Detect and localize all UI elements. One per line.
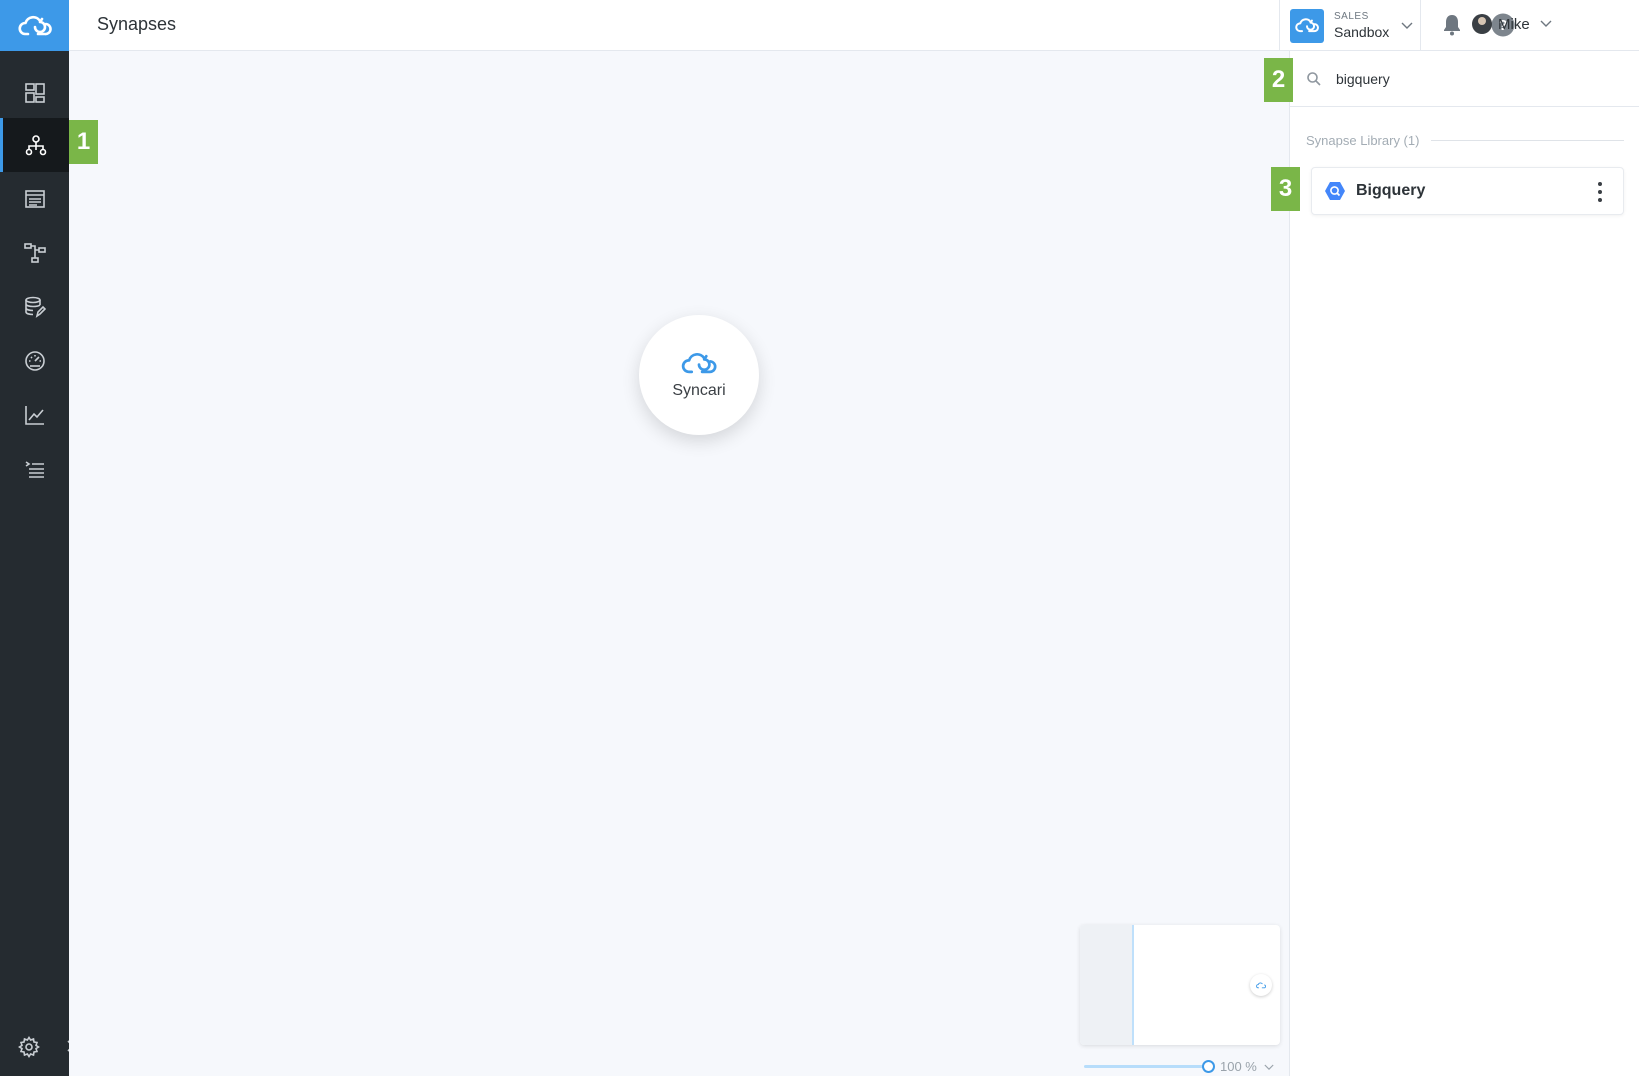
logs-icon [25,461,44,478]
zoom-level: 100 % [1220,1059,1257,1074]
syncari-logo-icon[interactable] [0,0,69,51]
search-bar [1290,51,1639,107]
bell-icon [1444,15,1460,36]
nav-dashboard[interactable] [0,66,69,120]
divider [1431,140,1624,141]
zoom-slider-track[interactable] [1084,1065,1208,1068]
notifications-button[interactable] [1439,12,1465,38]
left-nav [0,0,69,1076]
pipeline-icon [23,243,46,263]
entities-icon [24,190,45,208]
nav-pipeline[interactable] [0,226,69,280]
minimap[interactable] [1080,925,1280,1045]
nav-entities[interactable] [0,172,69,226]
chevron-down-icon [1401,22,1413,29]
user-menu[interactable]: Mike [1472,14,1552,34]
workspace-logo-icon [1290,8,1324,43]
avatar [1472,14,1492,34]
synapse-canvas[interactable]: Syncari 100 % [69,51,1289,1076]
minimap-viewport [1080,925,1134,1045]
workspace-kicker: SALES [1334,11,1369,22]
monitor-icon [24,351,45,371]
zoom-slider-knob[interactable] [1202,1060,1215,1073]
node-label: Syncari [672,381,726,399]
nav-monitor[interactable] [0,334,69,388]
dashboard-icon [24,83,45,103]
library-title: Synapse Library (1) [1306,133,1420,148]
top-header: Synapses SALES Sandbox ? Mike [69,0,1639,51]
analytics-icon [24,406,44,425]
header-divider [1420,0,1421,51]
chevron-down-icon[interactable] [1264,1064,1274,1071]
nav-logs[interactable] [0,442,69,496]
synapse-library-panel: Synapse Library (1) Bigquery [1289,51,1639,1076]
more-options-icon[interactable] [1597,182,1603,202]
search-input[interactable] [1336,70,1616,87]
workspace-name: Sandbox [1334,24,1390,40]
minimap-node [1250,974,1272,996]
library-header: Synapse Library (1) [1306,133,1624,148]
card-title: Bigquery [1356,182,1426,199]
step-badge: 2 [1264,58,1293,102]
data-studio-icon [24,296,46,318]
chevron-down-icon [1540,20,1552,27]
nav-analytics[interactable] [0,388,69,442]
workspace-switcher[interactable]: SALES Sandbox [1290,0,1413,51]
user-name: Mike [1498,15,1530,33]
synapses-icon [25,135,47,156]
zoom-control: 100 % [1084,1056,1284,1076]
syncari-logo-icon [681,352,717,373]
header-divider [1279,0,1280,51]
gear-icon[interactable] [18,1036,40,1058]
page-title: Synapses [97,14,177,34]
nav-synapses[interactable] [0,118,69,172]
step-badge: 3 [1271,167,1300,211]
syncari-node[interactable]: Syncari [639,315,759,435]
search-icon [1307,71,1321,86]
bigquery-icon [1325,182,1345,200]
nav-data-studio[interactable] [0,280,69,334]
synapse-card-bigquery[interactable]: Bigquery [1311,167,1624,215]
syncari-logo-icon [1256,982,1266,988]
step-badge: 1 [69,120,98,164]
